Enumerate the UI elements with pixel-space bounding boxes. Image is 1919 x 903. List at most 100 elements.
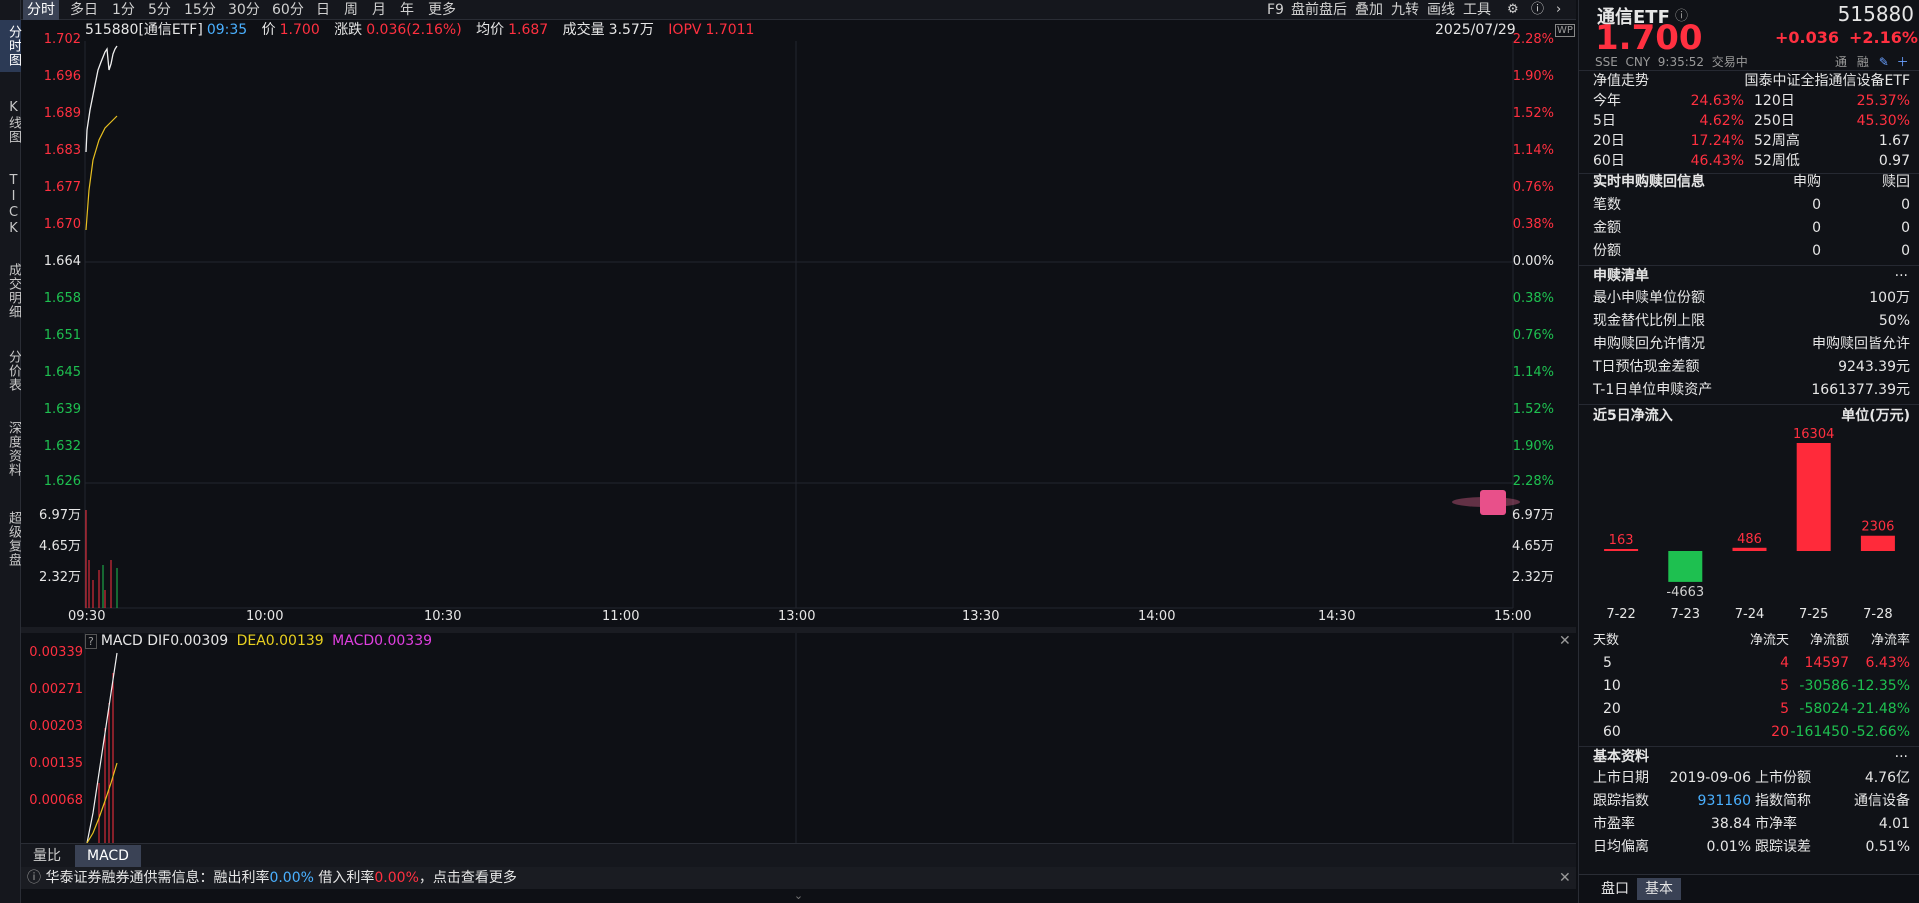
inflow-value-label: 16304: [1793, 428, 1834, 442]
inflow-value-label: -4663: [1666, 585, 1704, 600]
edit-icon[interactable]: ✎: [1879, 55, 1889, 69]
timeshare-chart: [21, 40, 1576, 610]
vtab-price-table[interactable]: 分价表: [0, 342, 21, 400]
f9-button[interactable]: F9: [1267, 0, 1284, 20]
ret-value: 0.97: [1878, 153, 1910, 169]
help-icon[interactable]: ⓘ: [1531, 0, 1544, 20]
tools-button[interactable]: 工具: [1463, 0, 1491, 20]
inflow-bar: [1732, 547, 1767, 551]
period-toolbar: 分时 多日 1分 5分 15分 30分 60分 日 周 月 年 更多 F9 盘前…: [21, 0, 1576, 20]
pct-tick: 0.00%: [1512, 254, 1554, 269]
vtab-kline[interactable]: K线图: [0, 96, 21, 148]
list-more-button[interactable]: ···: [1895, 265, 1908, 288]
pct-tick: 1.52%: [1512, 106, 1554, 121]
time-tick: 10:30: [424, 609, 462, 624]
pct-tick: 0.38%: [1512, 291, 1554, 306]
vtab-timeshare[interactable]: 分时图: [0, 20, 21, 72]
list-label: T日预估现金差额: [1593, 359, 1700, 375]
macd-help-icon[interactable]: ?: [85, 634, 97, 649]
list-row: 申购赎回允许情况 申购赎回皆允许: [1579, 333, 1919, 356]
close-notice-icon[interactable]: ✕: [1559, 867, 1571, 889]
sub-label: 金额: [1593, 220, 1621, 236]
period-day[interactable]: 日: [316, 0, 330, 20]
flow-row: 5 4 14597 6.43%: [1603, 655, 1910, 671]
list-value: 9243.39元: [1838, 359, 1910, 375]
pct-tick: 0.76%: [1512, 180, 1554, 195]
vtab-trade-detail[interactable]: 成交明细: [0, 254, 21, 328]
period-30min[interactable]: 30分: [228, 0, 260, 20]
tab-macd[interactable]: MACD: [75, 845, 141, 867]
basic-row: 跟踪指数 931160 指数简称 通信设备: [1579, 790, 1919, 813]
tab-basic[interactable]: 基本: [1637, 878, 1681, 900]
vtab-replay[interactable]: 超级复盘: [0, 502, 21, 576]
flow-row: 20 5 -58024 -21.48%: [1603, 701, 1910, 717]
iopv-value: 1.7011: [705, 22, 755, 38]
period-5min[interactable]: 5分: [148, 0, 171, 20]
borrow-rate: 0.00%: [374, 870, 419, 886]
tab-volume-ratio[interactable]: 量比: [25, 845, 69, 867]
price-tick: 1.626: [43, 474, 81, 489]
basic-more-button[interactable]: ···: [1895, 746, 1908, 769]
iopv-label: IOPV: [668, 22, 702, 38]
settings-gear-icon[interactable]: ⚙: [1507, 0, 1519, 20]
period-1min[interactable]: 1分: [112, 0, 135, 20]
price-tick: 1.632: [43, 439, 81, 454]
volume-tick: 2.32万: [39, 570, 81, 585]
sub-label: 份额: [1593, 243, 1621, 259]
flow-col-up: 净流天: [1749, 633, 1789, 648]
period-60min[interactable]: 60分: [272, 0, 304, 20]
pct-tick: 1.90%: [1512, 439, 1554, 454]
subscription-title: 实时申购赎回信息: [1593, 174, 1705, 190]
macd-value: 0.00339: [374, 633, 433, 649]
inflow-bar: [1668, 551, 1703, 582]
info-icon: ⓘ: [27, 870, 41, 886]
close-macd-icon[interactable]: ✕: [1559, 633, 1571, 649]
pre-post-button[interactable]: 盘前盘后: [1291, 0, 1347, 20]
notice-suffix: ，点击查看更多: [418, 870, 517, 886]
time-tick: 13:30: [962, 609, 1000, 624]
volume-tick: 6.97万: [39, 508, 81, 523]
overlay-button[interactable]: 叠加: [1355, 0, 1383, 20]
period-15min[interactable]: 15分: [184, 0, 216, 20]
dif-value: 0.00309: [170, 633, 229, 649]
vertical-tab-bar: 分时图 K线图 TICK 成交明细 分价表 深度资料 超级复盘: [0, 0, 21, 903]
period-month[interactable]: 月: [372, 0, 386, 20]
big-change: +0.036: [1775, 28, 1840, 47]
inflow-bar: [1860, 535, 1895, 551]
draw-line-button[interactable]: 画线: [1427, 0, 1455, 20]
period-more[interactable]: 更多: [428, 0, 456, 20]
tracking-index-link[interactable]: 931160: [1661, 790, 1751, 813]
tab-orderbook[interactable]: 盘口: [1593, 878, 1637, 900]
list-value: 申购赎回皆允许: [1812, 336, 1910, 352]
period-year[interactable]: 年: [400, 0, 414, 20]
sub-value: 0: [1901, 197, 1910, 213]
collapse-chevron-icon[interactable]: ⌄: [21, 889, 1576, 903]
ret-label: 52周低: [1754, 153, 1800, 169]
period-timeshare[interactable]: 分时: [23, 0, 59, 20]
dif-label: DIF: [147, 633, 171, 649]
add-icon[interactable]: ＋: [1897, 55, 1909, 69]
wp-icon[interactable]: WP: [1555, 24, 1575, 37]
time-tick: 13:00: [778, 609, 816, 624]
quote-time: 09:35: [206, 22, 248, 38]
clock: 9:35:52: [1657, 55, 1705, 69]
basic-row: 日均偏离 0.01% 跟踪误差 0.51%: [1593, 839, 1910, 855]
vtab-depth[interactable]: 深度资料: [0, 412, 21, 486]
nine-turn-button[interactable]: 九转: [1391, 0, 1419, 20]
notice-bar[interactable]: ⓘ 华泰证券融券通供需信息：融出利率0.00% 借入利率0.00%，点击查看更多…: [21, 867, 1576, 889]
flow-col-rate: 净流率: [1870, 633, 1910, 648]
period-week[interactable]: 周: [344, 0, 358, 20]
chevron-right-icon[interactable]: ›: [1556, 0, 1561, 20]
list-row: 最小申赎单位份额 100万: [1579, 287, 1919, 310]
list-value: 1661377.39元: [1811, 382, 1910, 398]
price-tick: 1.658: [43, 291, 81, 306]
sub-row: 笔数 0 0: [1579, 194, 1919, 217]
price-tick: 1.696: [43, 69, 81, 84]
price-tick: 1.677: [43, 180, 81, 195]
change-value: 0.036(2.16%): [366, 22, 462, 38]
vtab-tick[interactable]: TICK: [0, 168, 21, 242]
period-multiday[interactable]: 多日: [70, 0, 98, 20]
flow-row: 60 20 -161450 -52.66%: [1603, 724, 1910, 740]
basic-row: 上市日期 2019-09-06 上市份额 4.76亿: [1593, 770, 1910, 786]
volume-label: 成交量: [562, 22, 605, 38]
